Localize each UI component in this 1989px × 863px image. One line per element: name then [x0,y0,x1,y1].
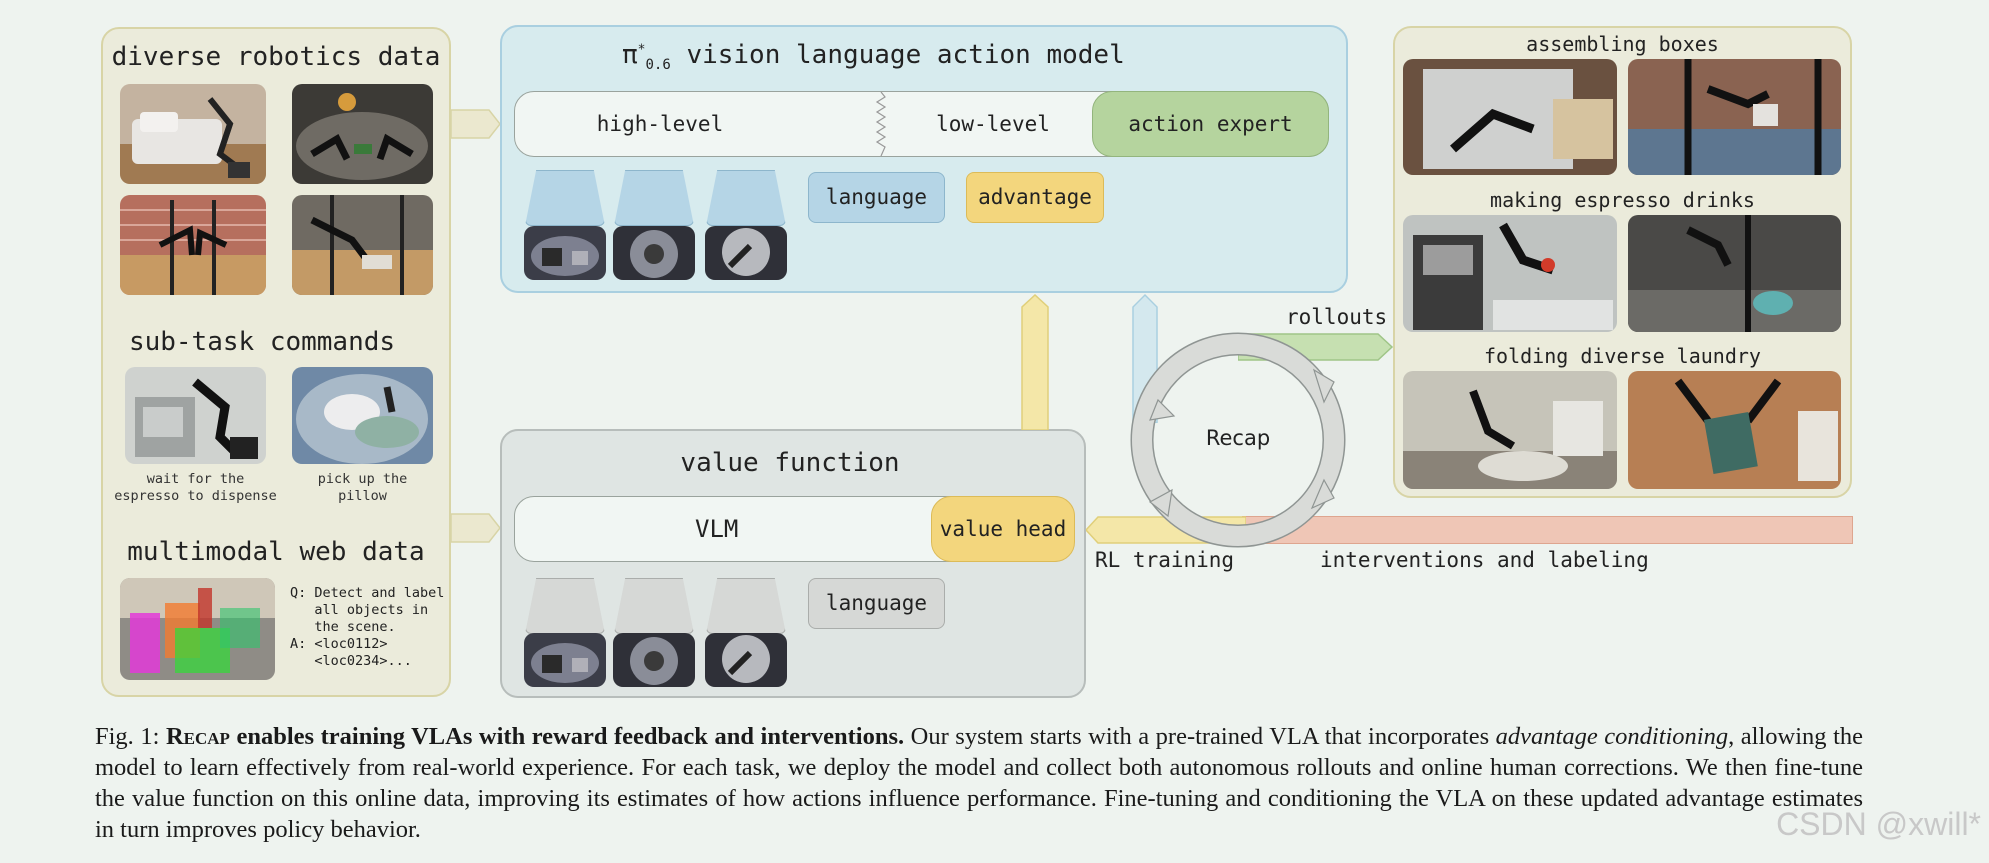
high-level-label: high-level [596,112,724,136]
subtask-photo-espresso [125,367,266,464]
subtask-caption-pillow: pick up the pillow [317,471,408,504]
advantage-token: advantage [966,172,1104,223]
language-token-value: language [808,578,945,629]
title-text: vision language action model [686,40,1125,70]
photo-laundry-2 [1628,371,1841,489]
heading-multimodal-web-data: multimodal web data [127,537,425,567]
rollouts-label: rollouts [1286,305,1388,329]
qa-line: all objects in [290,602,429,618]
pi-symbol: π [622,40,638,70]
language-token-vla: language [808,172,945,223]
camera-image-value-2 [613,633,695,687]
task-espresso: making espresso drinks [1490,188,1755,212]
low-level-label: low-level [936,112,1050,136]
figure-caption: Fig. 1: Recap enables training VLAs with… [95,721,1863,845]
caption-italic: advantage conditioning [1495,723,1729,750]
task-assembling-boxes: assembling boxes [1526,32,1719,56]
caption-method-name: Recap [165,723,230,750]
robot-photo-bedroom [120,84,266,184]
rl-training-label: RL training [1095,548,1235,572]
image-token-value-3 [706,578,786,634]
subtask-caption-espresso: wait for the espresso to dispense [114,471,277,504]
title-superscript: * [637,42,646,58]
camera-image-1 [524,226,606,280]
photo-espresso-1 [1403,215,1617,332]
web-qa-text: Q: Detect and label all objects in the s… [290,585,450,670]
camera-image-value-3 [705,633,787,687]
heading-diverse-robotics-data: diverse robotics data [111,42,441,72]
interventions-label: interventions and labeling [1320,548,1649,572]
qa-line: Q: Detect and label [290,585,445,601]
image-token-3 [706,170,786,226]
camera-image-2 [613,226,695,280]
value-function-title: value function [680,448,900,478]
image-token-2 [614,170,694,226]
image-token-value-2 [614,578,694,634]
action-expert-block: action expert [1092,91,1329,157]
qa-line: the scene. [290,619,396,635]
image-token-1 [525,170,605,226]
title-subscript: 0.6 [645,57,671,74]
vla-title: π*0.6 vision language action model [622,40,1125,73]
arrow-robotics-to-vla [451,109,501,139]
zigzag-divider [875,92,887,156]
caption-text-1: Our system starts with a pre-trained VLA… [904,723,1496,750]
subtask-photo-pillow [292,367,433,464]
heading-sub-task-commands: sub-task commands [128,327,396,357]
watermark: CSDN @xwill* [1776,806,1981,842]
caption-bold-title: enables training VLAs with reward feedba… [229,723,905,750]
camera-image-value-1 [524,633,606,687]
robot-photo-table [292,84,433,184]
robot-photo-workbench [292,195,433,295]
photo-boxes-1 [1403,59,1617,175]
arrow-value-to-vla [1021,293,1049,430]
arrow-data-to-value [451,513,501,543]
robot-photo-brick-wall [120,195,266,295]
photo-boxes-2 [1628,59,1841,175]
qa-line: A: <loc0112> [290,636,388,652]
image-token-value-1 [525,578,605,634]
photo-laundry-1 [1403,371,1617,489]
photo-espresso-2 [1628,215,1841,332]
recap-label: Recap [1205,426,1271,450]
qa-line: <loc0234>... [290,653,412,669]
web-data-photo [120,578,275,680]
camera-image-3 [705,226,787,280]
caption-fig-label: Fig. 1: [95,723,166,750]
value-head-block: value head [931,496,1075,562]
task-laundry: folding diverse laundry [1484,344,1761,368]
